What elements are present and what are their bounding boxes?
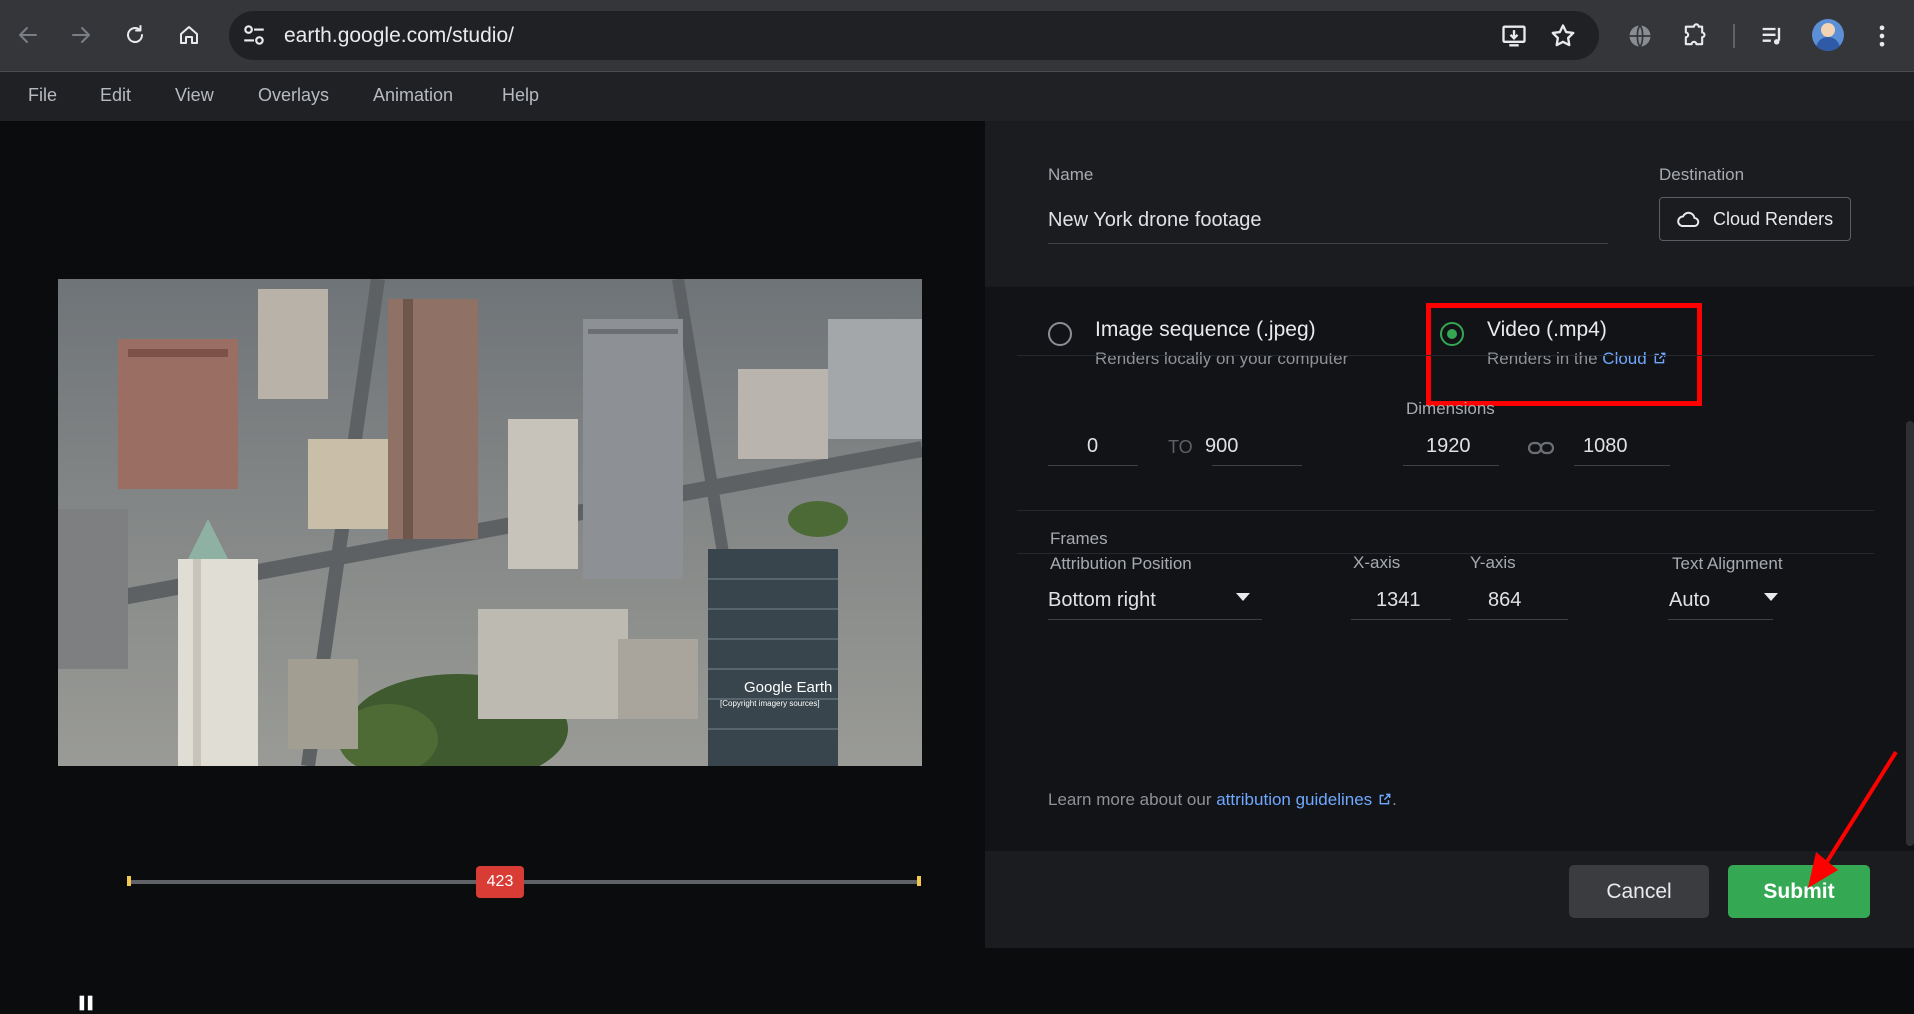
section-divider-top: [1017, 355, 1874, 356]
attribution-underline: [1048, 619, 1262, 620]
xaxis-label: X-axis: [1353, 553, 1401, 572]
frames-from-input[interactable]: 0: [1087, 435, 1098, 458]
format-subtitle-mp4-text: Renders in the: [1487, 349, 1603, 368]
timeline-end-marker: [917, 876, 921, 886]
external-link-icon-2[interactable]: [1378, 792, 1392, 806]
width-input[interactable]: 1920: [1426, 435, 1471, 458]
menu-overlays[interactable]: Overlays: [258, 85, 329, 106]
toolbar-divider: [1733, 24, 1735, 48]
watermark-brand: Google Earth: [744, 679, 833, 696]
frames-label: Frames: [1050, 529, 1108, 548]
format-title-jpeg[interactable]: Image sequence (.jpeg): [1095, 318, 1316, 342]
external-link-icon[interactable]: [1653, 351, 1667, 365]
menu-animation[interactable]: Animation: [373, 85, 453, 106]
destination-button[interactable]: Cloud Renders: [1659, 197, 1851, 241]
preview-image: Google Earth [Copyright imagery sources]: [58, 279, 922, 766]
attribution-guidelines-text: Learn more about our attribution guideli…: [1048, 790, 1397, 810]
xaxis-input[interactable]: 1341: [1376, 589, 1421, 612]
avatar[interactable]: [1812, 19, 1844, 51]
text-align-select[interactable]: Auto: [1669, 589, 1710, 612]
format-radio-jpeg[interactable]: [1048, 322, 1072, 346]
cloud-link[interactable]: Cloud: [1602, 349, 1646, 368]
frames-to-input[interactable]: 900: [1205, 435, 1238, 458]
xaxis-underline: [1351, 619, 1451, 620]
format-subtitle-jpeg: Renders locally on your computer: [1095, 349, 1349, 368]
name-input[interactable]: New York drone footage: [1048, 209, 1262, 232]
url-text[interactable]: earth.google.com/studio/: [284, 24, 514, 48]
more-vert-icon[interactable]: [1868, 22, 1896, 50]
bookmark-star-icon[interactable]: [1549, 22, 1577, 50]
yaxis-label: Y-axis: [1470, 553, 1516, 572]
format-radio-mp4[interactable]: [1440, 322, 1464, 346]
attribution-select[interactable]: Bottom right: [1048, 589, 1156, 612]
browser-toolbar: earth.google.com/studio/: [0, 0, 1914, 72]
text-align-label: Text Alignment: [1672, 554, 1783, 573]
menu-help[interactable]: Help: [502, 85, 539, 106]
destination-button-label: Cloud Renders: [1713, 209, 1834, 229]
name-underline: [1048, 243, 1608, 244]
dimensions-label: Dimensions: [1406, 399, 1495, 418]
app-menu-bar: File Edit View Overlays Animation Help: [0, 72, 1914, 121]
format-title-mp4[interactable]: Video (.mp4): [1487, 318, 1607, 342]
timeline-track[interactable]: [127, 880, 921, 884]
attribution-guidelines-link[interactable]: attribution guidelines: [1216, 790, 1372, 809]
menu-edit[interactable]: Edit: [100, 85, 131, 106]
annotation-arrow-icon: [1808, 750, 1898, 888]
text-align-dropdown-icon[interactable]: [1763, 591, 1779, 603]
height-input[interactable]: 1080: [1583, 435, 1628, 458]
attribution-dropdown-icon[interactable]: [1235, 591, 1251, 603]
yaxis-input[interactable]: 864: [1488, 589, 1521, 612]
globe-extension-icon[interactable]: [1626, 22, 1654, 50]
attribution-label: Attribution Position: [1050, 554, 1192, 573]
playhead-frame-badge[interactable]: 423: [476, 866, 524, 898]
learn-more-prefix: Learn more about our: [1048, 790, 1217, 809]
frames-to-separator: TO: [1168, 437, 1193, 457]
frames-from-underline: [1048, 465, 1138, 466]
address-bar[interactable]: earth.google.com/studio/: [229, 11, 1599, 60]
timeline-start-marker: [127, 876, 131, 886]
render-settings-panel: Name New York drone footage Destination …: [985, 121, 1914, 948]
link-aspect-icon[interactable]: [1527, 438, 1555, 458]
yaxis-underline: [1468, 619, 1568, 620]
back-arrow-icon[interactable]: [9, 16, 47, 54]
cancel-button[interactable]: Cancel: [1569, 865, 1709, 918]
watermark-credit: [Copyright imagery sources]: [720, 699, 820, 708]
site-info-icon[interactable]: [241, 22, 267, 48]
extensions-puzzle-icon[interactable]: [1680, 22, 1708, 50]
preview-area: Google Earth [Copyright imagery sources]…: [0, 121, 985, 1011]
width-underline: [1403, 465, 1499, 466]
forward-arrow-icon[interactable]: [62, 16, 100, 54]
height-underline: [1574, 465, 1670, 466]
frames-to-underline: [1212, 465, 1302, 466]
learn-more-suffix: .: [1392, 790, 1397, 809]
name-label: Name: [1048, 165, 1094, 184]
text-align-underline: [1668, 619, 1773, 620]
format-subtitle-mp4: Renders in the Cloud: [1487, 349, 1667, 369]
destination-label: Destination: [1659, 165, 1745, 184]
panel-header: Name New York drone footage Destination …: [985, 121, 1914, 286]
panel-footer: Cancel Submit: [985, 851, 1914, 948]
cloud-icon: [1677, 211, 1700, 227]
reload-icon[interactable]: [116, 16, 154, 54]
media-controls-icon[interactable]: [1758, 22, 1786, 50]
section-divider-2: [1017, 510, 1874, 511]
install-app-icon[interactable]: [1500, 22, 1528, 50]
home-icon[interactable]: [170, 16, 208, 54]
menu-view[interactable]: View: [175, 85, 214, 106]
pause-icon[interactable]: [75, 992, 97, 1014]
menu-file[interactable]: File: [28, 85, 57, 106]
